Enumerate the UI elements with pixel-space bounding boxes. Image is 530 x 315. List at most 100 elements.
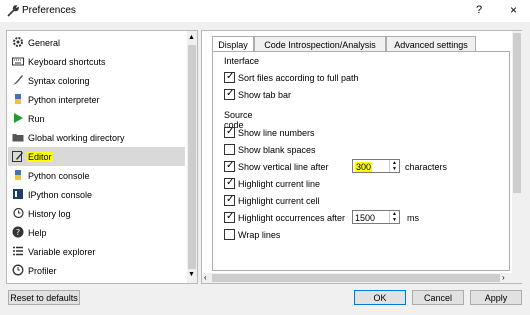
check-icon: ✓ bbox=[226, 71, 235, 82]
spin-arrows-icon[interactable]: ▲ ▼ bbox=[389, 211, 399, 223]
tab-advanced-settings[interactable]: Advanced settings bbox=[386, 36, 476, 52]
python-console-icon bbox=[12, 169, 24, 181]
sidebar-item-keyboard-shortcuts[interactable]: Keyboard shortcuts bbox=[8, 52, 185, 71]
scroll-down-icon[interactable]: ▼ bbox=[188, 271, 195, 278]
tab-code-introspection[interactable]: Code Introspection/Analysis bbox=[254, 36, 386, 52]
sidebar-item-label: Help bbox=[28, 228, 47, 238]
occurrences-suffix: ms bbox=[407, 213, 419, 223]
option-label: Highlight current line bbox=[238, 179, 321, 189]
checkbox[interactable]: ✓ bbox=[224, 126, 235, 138]
checkbox[interactable]: ✓ bbox=[224, 88, 235, 100]
spin-arrows-icon[interactable]: ▲ ▼ bbox=[389, 160, 399, 172]
group-title: Interface bbox=[224, 56, 260, 66]
check-icon: ✓ bbox=[226, 160, 235, 171]
checkbox[interactable]: ✓ bbox=[224, 160, 235, 172]
sidebar-item-syntax-coloring[interactable]: Syntax coloring bbox=[8, 71, 185, 90]
window-title: Preferences bbox=[22, 5, 76, 16]
sidebar-item-label: Variable explorer bbox=[28, 247, 96, 257]
title-bar: Preferences ? × bbox=[0, 0, 530, 22]
option-label: Show line numbers bbox=[238, 128, 315, 138]
editor-icon bbox=[12, 150, 24, 162]
scrollbar-thumb[interactable] bbox=[513, 33, 521, 193]
check-icon: ✓ bbox=[226, 88, 235, 99]
check-icon: ✓ bbox=[226, 126, 235, 137]
sidebar-item-label: Global working directory bbox=[28, 133, 125, 143]
option-label: Show tab bar bbox=[238, 90, 292, 100]
python-icon bbox=[12, 93, 24, 105]
checkbox[interactable]: ✓ bbox=[224, 71, 235, 83]
sidebar-item-label: Run bbox=[28, 114, 45, 124]
option-label: Show vertical line after bbox=[238, 162, 329, 172]
spinbox-value: 300 bbox=[355, 162, 373, 172]
sidebar-item-editor[interactable]: Editor bbox=[8, 147, 185, 166]
scroll-left-icon[interactable]: ‹ bbox=[204, 273, 207, 282]
option-label: Wrap lines bbox=[238, 230, 281, 240]
sidebar-item-label: Python interpreter bbox=[28, 95, 100, 105]
check-icon: ✓ bbox=[226, 211, 235, 222]
sidebar-item-general[interactable]: General bbox=[8, 33, 185, 52]
sidebar-item-python-console[interactable]: Python console bbox=[8, 166, 185, 185]
help-icon: ? bbox=[12, 226, 24, 238]
list-icon bbox=[12, 245, 24, 257]
checkbox[interactable]: ✓ bbox=[224, 177, 235, 189]
sidebar-item-label: Syntax coloring bbox=[28, 76, 90, 86]
option-highlight-current-line[interactable]: ✓ Highlight current line bbox=[224, 177, 424, 191]
option-show-line-numbers[interactable]: ✓ Show line numbers bbox=[224, 126, 424, 140]
checkbox[interactable]: ✓ bbox=[224, 211, 235, 223]
sidebar-item-python-interpreter[interactable]: Python interpreter bbox=[8, 90, 185, 109]
folder-icon bbox=[12, 131, 24, 143]
option-show-vertical-line[interactable]: ✓ Show vertical line after bbox=[224, 160, 354, 174]
option-show-blank-spaces[interactable]: Show blank spaces bbox=[224, 143, 424, 157]
panel-vertical-scrollbar[interactable] bbox=[512, 31, 522, 283]
scroll-right-icon[interactable]: › bbox=[502, 273, 505, 282]
apply-button[interactable]: Apply bbox=[470, 290, 522, 305]
checkbox[interactable] bbox=[224, 229, 235, 240]
sidebar-item-label: History log bbox=[28, 209, 71, 219]
ok-button[interactable]: OK bbox=[354, 290, 406, 305]
scroll-up-icon[interactable]: ▲ bbox=[188, 34, 195, 41]
sidebar-item-profiler[interactable]: Profiler bbox=[8, 261, 185, 280]
option-label: Sort files according to full path bbox=[238, 73, 359, 83]
sidebar-item-label: General bbox=[28, 38, 61, 48]
vertical-line-spinbox[interactable]: 300 ▲ ▼ bbox=[352, 159, 400, 173]
sidebar-item-label: Editor bbox=[27, 152, 53, 162]
reset-to-defaults-button[interactable]: Reset to defaults bbox=[8, 290, 80, 305]
option-highlight-current-cell[interactable]: ✓ Highlight current cell bbox=[224, 194, 424, 208]
wrench-icon bbox=[6, 4, 20, 18]
close-button[interactable]: × bbox=[510, 3, 517, 17]
help-button[interactable]: ? bbox=[476, 4, 482, 16]
sidebar-item-global-working-directory[interactable]: Global working directory bbox=[8, 128, 185, 147]
gear-icon bbox=[12, 36, 24, 48]
sidebar-item-run[interactable]: Run bbox=[8, 109, 185, 128]
sidebar-scrollbar[interactable]: ▲ ▼ bbox=[187, 31, 197, 283]
vertical-line-suffix: characters bbox=[405, 162, 448, 172]
option-label: Show blank spaces bbox=[238, 145, 316, 155]
spinbox-value: 1500 bbox=[355, 213, 376, 223]
editor-settings-panel: Display Code Introspection/Analysis Adva… bbox=[201, 30, 522, 284]
check-icon: ✓ bbox=[226, 177, 235, 188]
option-show-tab-bar[interactable]: ✓ Show tab bar bbox=[224, 88, 424, 102]
checkbox[interactable] bbox=[224, 144, 235, 155]
ipython-console-icon bbox=[12, 188, 24, 200]
display-tab-content: Interface ✓ Sort files according to full… bbox=[212, 51, 510, 271]
sidebar-item-ipython-console[interactable]: IPython console bbox=[8, 185, 185, 204]
cancel-button[interactable]: Cancel bbox=[412, 290, 464, 305]
sidebar-item-help[interactable]: ? Help bbox=[8, 223, 185, 242]
occurrences-spinbox[interactable]: 1500 ▲ ▼ bbox=[352, 210, 400, 224]
svg-text:?: ? bbox=[16, 228, 20, 237]
preferences-sidebar: General Keyboard shortcuts Syntax colori… bbox=[6, 30, 198, 284]
check-icon: ✓ bbox=[226, 194, 235, 205]
option-sort-files[interactable]: ✓ Sort files according to full path bbox=[224, 71, 424, 85]
panel-horizontal-scrollbar[interactable]: ‹ › bbox=[202, 273, 512, 283]
sidebar-item-label: Profiler bbox=[28, 266, 57, 276]
run-icon bbox=[12, 112, 24, 124]
scrollbar-thumb[interactable] bbox=[188, 45, 196, 269]
sidebar-item-history-log[interactable]: History log bbox=[8, 204, 185, 223]
paint-brush-icon bbox=[12, 74, 24, 86]
sidebar-item-variable-explorer[interactable]: Variable explorer bbox=[8, 242, 185, 261]
checkbox[interactable]: ✓ bbox=[224, 194, 235, 206]
sidebar-item-label: Keyboard shortcuts bbox=[28, 57, 106, 67]
option-wrap-lines[interactable]: Wrap lines bbox=[224, 228, 424, 242]
option-highlight-occurrences[interactable]: ✓ Highlight occurrences after bbox=[224, 211, 350, 225]
scrollbar-thumb[interactable] bbox=[212, 274, 500, 282]
